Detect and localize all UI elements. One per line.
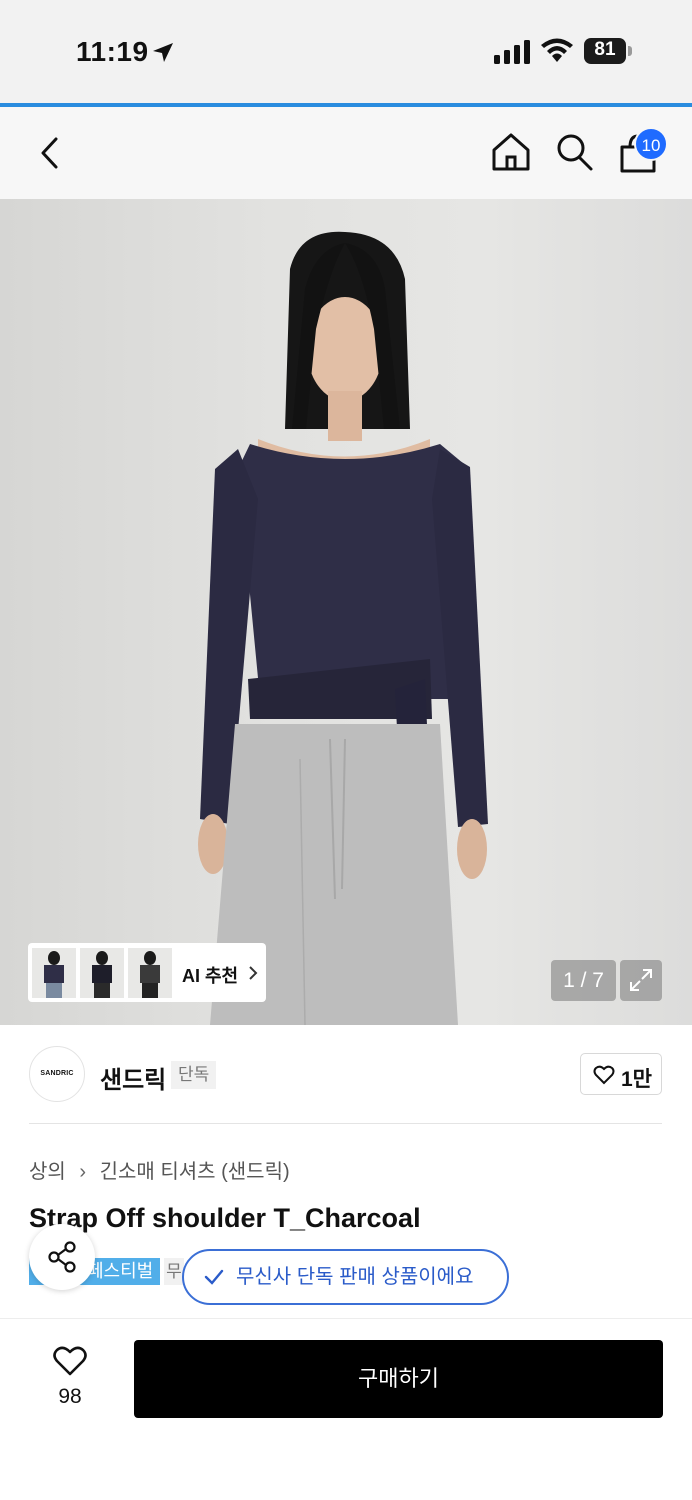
chevron-right-icon: ›: [79, 1161, 87, 1183]
buy-button[interactable]: 구매하기: [134, 1340, 663, 1418]
ai-recommend-label: AI 추천: [182, 966, 239, 986]
share-icon: [48, 1241, 76, 1273]
search-icon[interactable]: [554, 131, 594, 173]
exclusive-notice-text: 무신사 단독 판매 상품이에요: [236, 1266, 474, 1288]
share-button[interactable]: [29, 1224, 95, 1290]
expand-image-button[interactable]: [620, 960, 662, 1001]
expand-icon: [630, 969, 652, 991]
brand-logo[interactable]: SANDRIC: [29, 1046, 85, 1102]
brand-name[interactable]: 샌드릭: [100, 1060, 166, 1095]
exclusive-tag: 단독: [171, 1061, 217, 1089]
exclusive-notice-toast: 무신사 단독 판매 상품이에요: [182, 1249, 509, 1305]
ai-thumbnail[interactable]: [128, 948, 172, 998]
top-nav-bar: 10: [0, 107, 692, 199]
ai-recommend-panel[interactable]: AI 추천: [28, 943, 266, 1002]
extra-tag: 무: [164, 1258, 184, 1285]
image-counter: 1 / 7: [551, 960, 616, 1001]
status-bar: 11:19 81: [0, 0, 692, 104]
battery-level: 81: [594, 39, 616, 60]
check-icon: [204, 1269, 224, 1285]
back-icon[interactable]: [34, 135, 66, 171]
chevron-right-icon: [249, 966, 258, 980]
status-time: 11:19: [76, 36, 149, 67]
heart-icon: [593, 1065, 615, 1085]
home-icon[interactable]: [490, 131, 532, 173]
cart-count-badge: 10: [634, 127, 668, 161]
product-image-gallery[interactable]: [0, 199, 692, 1025]
breadcrumb-item[interactable]: 상의: [29, 1155, 66, 1184]
brand-like-count: 1만: [621, 1068, 652, 1091]
battery-indicator: 81: [584, 38, 632, 64]
ai-thumbnail[interactable]: [80, 948, 124, 998]
divider: [29, 1123, 662, 1124]
heart-icon[interactable]: [52, 1345, 88, 1377]
brand-like-button[interactable]: 1만: [580, 1053, 662, 1095]
location-arrow-icon: [153, 43, 173, 62]
breadcrumb: 상의 › 긴소매 티셔츠 (샌드릭): [29, 1155, 290, 1184]
wifi-icon: [541, 38, 573, 62]
breadcrumb-item[interactable]: 긴소매 티셔츠 (샌드릭): [100, 1155, 290, 1184]
product-title: Strap Off shoulder T_Charcoal: [29, 1203, 421, 1233]
product-photo: [198, 231, 488, 1025]
wish-count: 98: [58, 1385, 82, 1408]
ai-thumbnail[interactable]: [32, 948, 76, 998]
signal-icon: [494, 40, 530, 64]
